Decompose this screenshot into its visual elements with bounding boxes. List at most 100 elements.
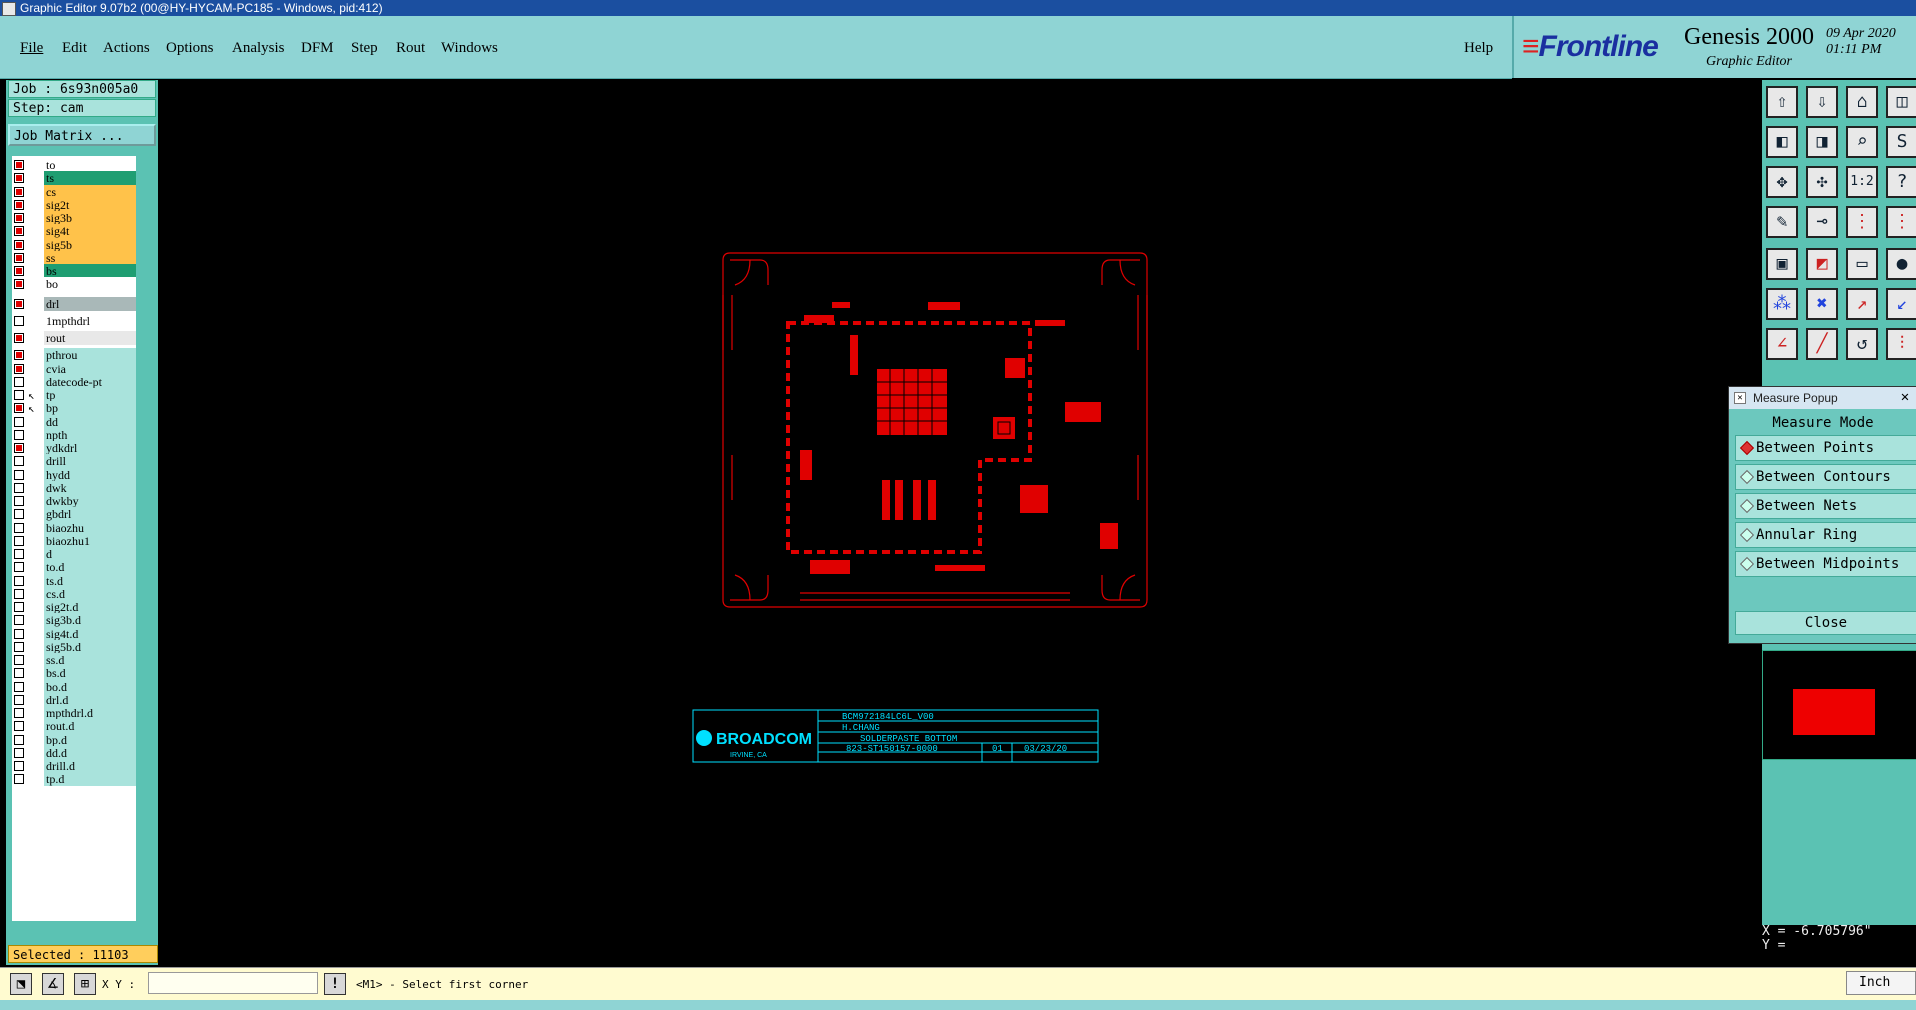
snap-icon[interactable]: S (1886, 126, 1916, 158)
zoom-out-icon[interactable]: ◨ (1806, 126, 1838, 158)
layer-visibility-checkbox[interactable] (14, 239, 24, 250)
layer-visibility-checkbox[interactable] (14, 761, 24, 771)
layer-name[interactable]: ss (44, 250, 136, 265)
layer-visibility-checkbox[interactable] (14, 641, 24, 652)
layer-visibility-checkbox[interactable] (14, 333, 24, 343)
home-icon[interactable]: ⌂ (1846, 86, 1878, 118)
layer-name[interactable]: sig2t.d (44, 600, 136, 614)
layer-name[interactable]: sig4t.d (44, 626, 136, 641)
cross-icon[interactable]: ✖ (1806, 288, 1838, 320)
layer-name[interactable]: ss.d (44, 653, 136, 667)
layer-name[interactable]: bs (44, 264, 136, 278)
layer-visibility-checkbox[interactable] (14, 535, 24, 546)
zoom-area-icon[interactable]: ⌕ (1846, 126, 1878, 158)
layer-visibility-checkbox[interactable] (14, 747, 24, 758)
layer-name[interactable]: sig2t (44, 197, 136, 212)
grid-icon[interactable]: ⊞ (74, 973, 96, 995)
fit-all-icon[interactable]: ✥ (1766, 166, 1798, 198)
menu-options[interactable]: Options (166, 40, 214, 57)
menu-step[interactable]: Step (351, 40, 378, 57)
layer-visibility-checkbox[interactable] (14, 390, 24, 400)
pad-icon[interactable]: ▣ (1766, 248, 1798, 280)
layer-visibility-checkbox[interactable] (14, 266, 24, 276)
layer-name[interactable]: hydd (44, 467, 136, 482)
layer-visibility-checkbox[interactable] (14, 602, 24, 612)
layer-name[interactable]: mpthdrl.d (44, 706, 136, 720)
layer-visibility-checkbox[interactable] (14, 628, 24, 639)
layer-visibility-checkbox[interactable] (14, 429, 24, 440)
layer-name[interactable]: tp.d (44, 772, 136, 787)
xy-input[interactable] (148, 972, 318, 994)
arc-icon[interactable]: ↺ (1846, 328, 1878, 360)
layer-name[interactable]: gbdrl (44, 507, 136, 522)
layer-row[interactable]: rout (12, 331, 136, 346)
layer-name[interactable]: biaozhu (44, 520, 136, 535)
menu-file[interactable]: File (20, 40, 43, 57)
save-layer-icon[interactable]: ⇩ (1806, 86, 1838, 118)
graphics-icon[interactable]: ✎ (1766, 206, 1798, 238)
dot-icon[interactable]: ● (1886, 248, 1916, 280)
probe-icon[interactable]: ⊸ (1806, 206, 1838, 238)
layer-visibility-checkbox[interactable] (14, 252, 24, 263)
option-annular-ring[interactable]: Annular Ring (1735, 522, 1916, 548)
layer-visibility-checkbox[interactable] (14, 721, 24, 732)
layer-visibility-checkbox[interactable] (14, 549, 24, 559)
layer-name[interactable]: bp (44, 401, 136, 416)
nets-icon[interactable]: ⋮ (1886, 206, 1916, 238)
job-matrix-button[interactable]: Job Matrix ... (8, 124, 156, 146)
layer-name[interactable]: ts.d (44, 573, 136, 588)
option-between-nets[interactable]: Between Nets (1735, 493, 1916, 519)
layer-visibility-checkbox[interactable] (14, 279, 24, 290)
layer-name[interactable]: cs.d (44, 586, 136, 601)
layer-visibility-checkbox[interactable] (14, 199, 24, 210)
layer-name[interactable]: 1mpthdrl (44, 313, 136, 328)
menu-analysis[interactable]: Analysis (232, 40, 285, 57)
menu-dfm[interactable]: DFM (301, 40, 334, 57)
menu-edit[interactable]: Edit (62, 40, 87, 57)
layer-name[interactable]: to (44, 158, 136, 172)
layer-visibility-checkbox[interactable] (14, 509, 24, 520)
units-button[interactable]: Inch (1846, 971, 1916, 995)
zoom-in-icon[interactable]: ◧ (1766, 126, 1798, 158)
layer-visibility-checkbox[interactable] (14, 376, 24, 387)
layer-visibility-checkbox[interactable] (14, 734, 24, 745)
menu-windows[interactable]: Windows (441, 40, 498, 57)
drawing-canvas[interactable]: BROADCOM IRVINE, CA BCM972184LC6L_V00 H.… (160, 80, 1760, 965)
menu-help[interactable]: Help (1464, 40, 1493, 57)
layer-name[interactable]: sig5b (44, 237, 136, 252)
layer-name[interactable]: bo.d (44, 679, 136, 694)
alert-icon[interactable]: ! (324, 973, 346, 995)
layer-visibility-checkbox[interactable] (14, 298, 24, 309)
close-button[interactable]: Close (1735, 611, 1916, 635)
layer-visibility-checkbox[interactable] (14, 173, 24, 184)
layer-name[interactable]: cvia (44, 361, 136, 376)
layer-visibility-checkbox[interactable] (14, 655, 24, 665)
layer-name[interactable]: biaozhu1 (44, 533, 136, 548)
fit-profile-icon[interactable]: ✣ (1806, 166, 1838, 198)
layer-row[interactable]: tp.d (12, 772, 136, 787)
layer-name[interactable]: rout.d (44, 719, 136, 734)
ruler-icon[interactable]: ▭ (1846, 248, 1878, 280)
layer-name[interactable]: dwkby (44, 494, 136, 508)
layer-name[interactable]: npth (44, 427, 136, 442)
layer-visibility-checkbox[interactable] (14, 522, 24, 533)
layer-name[interactable]: rout (44, 331, 136, 345)
layer-visibility-checkbox[interactable] (14, 226, 24, 237)
layer-visibility-checkbox[interactable] (14, 681, 24, 692)
layer-name[interactable]: sig4t (44, 224, 136, 239)
layer-name[interactable]: ydkdrl (44, 441, 136, 455)
layer-visibility-checkbox[interactable] (14, 708, 24, 718)
layer-name[interactable]: tp (44, 388, 136, 402)
option-between-contours[interactable]: Between Contours (1735, 464, 1916, 490)
layer-row[interactable]: 1mpthdrl (12, 313, 136, 329)
layer-name[interactable]: sig3b (44, 211, 136, 225)
layer-name[interactable]: ts (44, 171, 136, 186)
layer-visibility-checkbox[interactable] (14, 416, 24, 427)
layer-row[interactable]: bo (12, 277, 136, 292)
overview-preview[interactable] (1762, 650, 1916, 760)
connect-icon[interactable]: ⁂ (1766, 288, 1798, 320)
layer-visibility-checkbox[interactable] (14, 443, 24, 453)
layer-visibility-checkbox[interactable] (14, 482, 24, 493)
menu-rout[interactable]: Rout (396, 40, 425, 57)
option-between-points[interactable]: Between Points (1735, 435, 1916, 461)
